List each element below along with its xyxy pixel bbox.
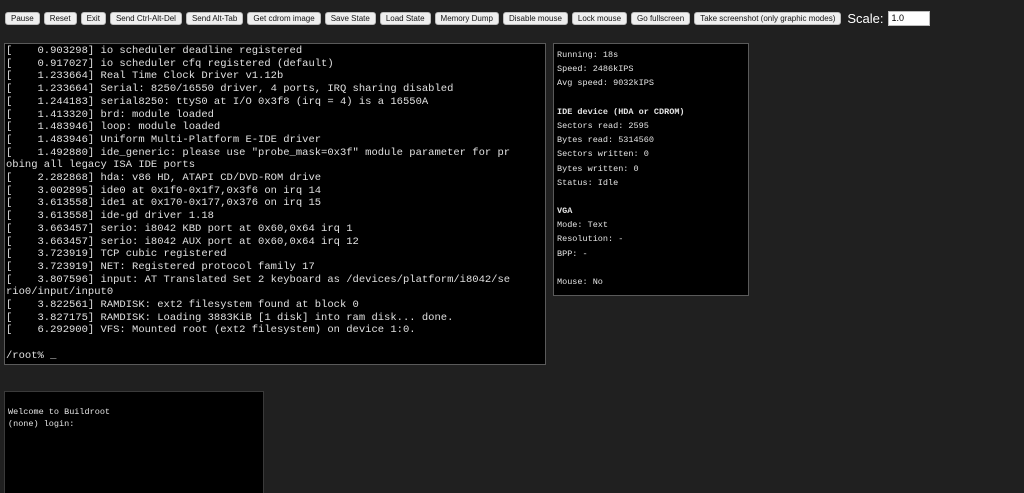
toolbar: Pause Reset Exit Send Ctrl-Alt-Del Send … — [5, 9, 930, 27]
scale-input[interactable] — [887, 10, 930, 26]
save-state-button[interactable]: Save State — [324, 11, 376, 25]
terminal-screen[interactable]: [ 0.903298] io scheduler deadline regist… — [4, 43, 546, 365]
login-prompt: (none) login: — [8, 419, 75, 429]
load-state-button[interactable]: Load State — [379, 11, 431, 25]
memory-dump-button[interactable]: Memory Dump — [434, 11, 499, 25]
vga-bpp: BPP: - — [557, 248, 588, 259]
welcome-message: Welcome to Buildroot — [8, 407, 111, 417]
stats-panel: Running: 18s Speed: 2486kIPS Avg speed: … — [553, 43, 749, 296]
running-time: Running: 18s — [557, 50, 619, 60]
ide-status: Status: Idle — [557, 177, 619, 188]
emulator-page: Pause Reset Exit Send Ctrl-Alt-Del Send … — [0, 0, 1024, 493]
vga-resolution: Resolution: - — [557, 234, 624, 245]
lock-mouse-button[interactable]: Lock mouse — [571, 11, 628, 25]
take-screenshot-button[interactable]: Take screenshot (only graphic modes) — [694, 11, 842, 25]
ide-section-title: IDE device (HDA or CDROM) — [557, 106, 685, 117]
vga-mode: Mode: Text — [557, 220, 609, 231]
sectors-read: Sectors read: 2595 — [557, 120, 649, 131]
send-ctrl-alt-del-button[interactable]: Send Ctrl-Alt-Del — [109, 11, 182, 25]
serial-console[interactable]: Welcome to Buildroot (none) login: — [4, 391, 264, 493]
terminal-output: [ 0.903298] io scheduler deadline regist… — [6, 45, 511, 362]
exit-button[interactable]: Exit — [80, 11, 106, 25]
bytes-written: Bytes written: 0 — [557, 163, 639, 174]
mouse-status: Mouse: No — [557, 277, 603, 287]
disable-mouse-button[interactable]: Disable mouse — [502, 11, 568, 25]
vga-section-title: VGA — [557, 206, 573, 217]
bytes-read: Bytes read: 5314560 — [557, 135, 654, 146]
send-alt-tab-button[interactable]: Send Alt-Tab — [185, 11, 244, 25]
pause-button[interactable]: Pause — [5, 11, 40, 25]
scale-label: Scale: — [847, 10, 884, 26]
sectors-written: Sectors written: 0 — [557, 149, 649, 160]
go-fullscreen-button[interactable]: Go fullscreen — [631, 11, 691, 25]
get-cdrom-image-button[interactable]: Get cdrom image — [247, 11, 321, 25]
reset-button[interactable]: Reset — [43, 11, 77, 25]
avg-speed-value: Avg speed: 9032kIPS — [557, 78, 654, 89]
speed-value: Speed: 2486kIPS — [557, 64, 634, 75]
